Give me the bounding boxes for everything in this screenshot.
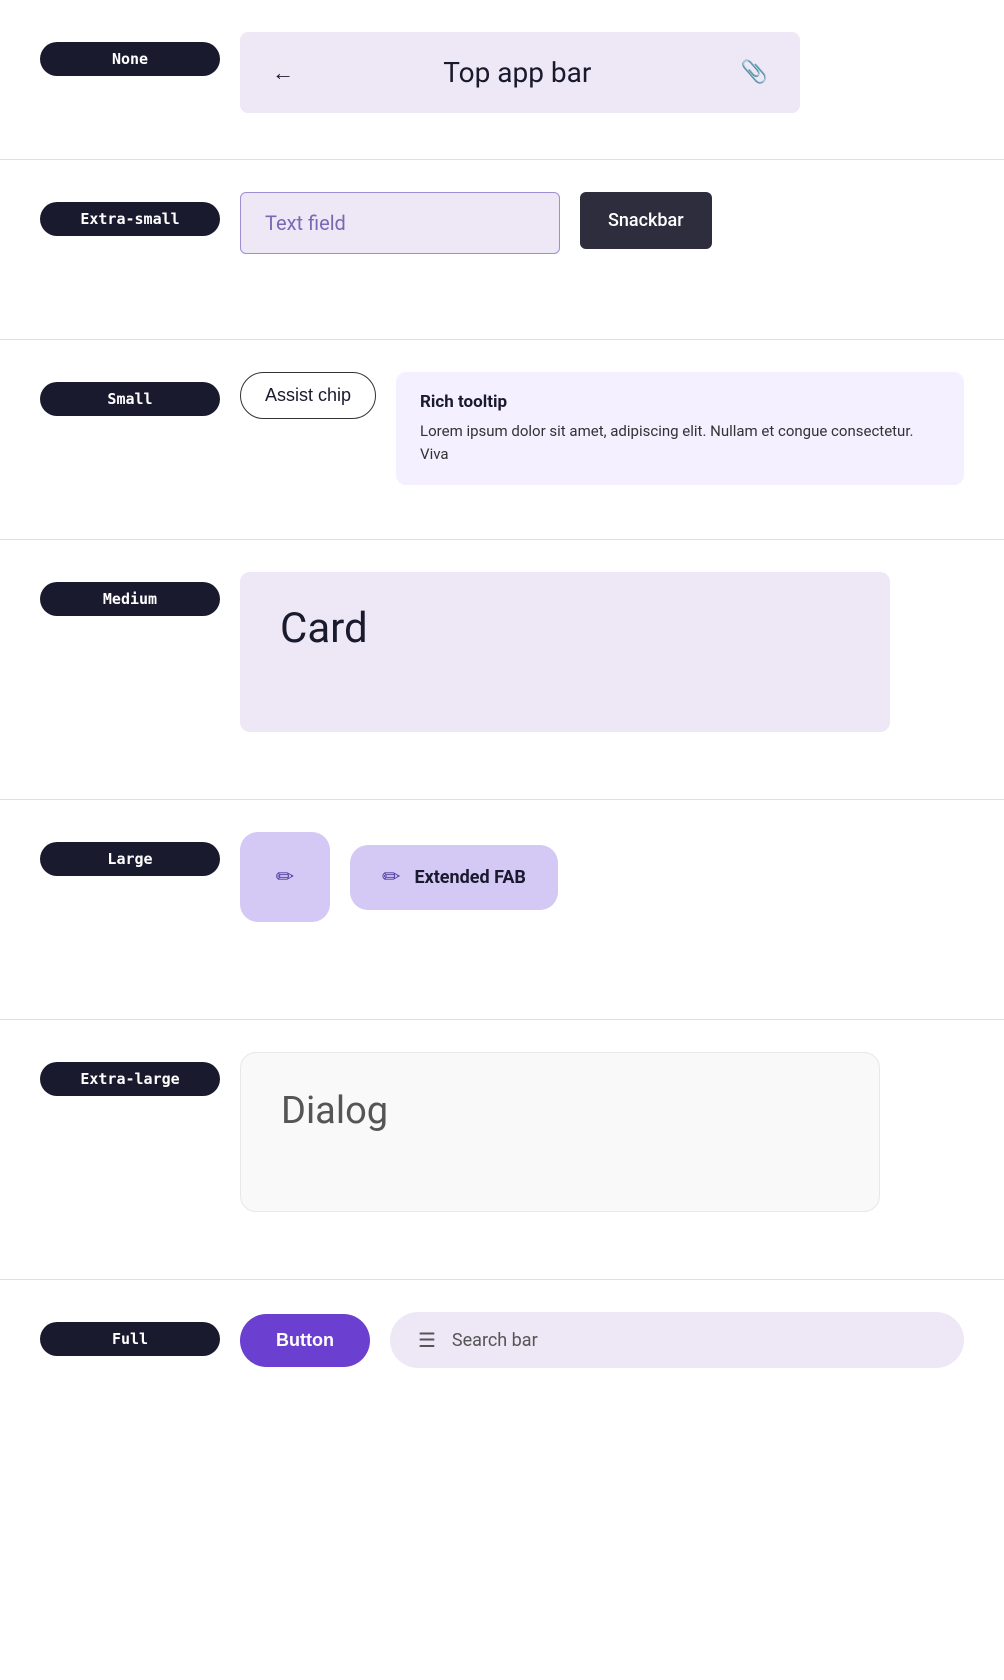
top-app-bar: ← Top app bar 📎 xyxy=(240,32,800,113)
section-extralarge: Extra-large Dialog xyxy=(0,1020,1004,1280)
primary-button[interactable]: Button xyxy=(240,1314,370,1367)
attach-icon: 📎 xyxy=(741,60,768,85)
top-app-bar-title: Top app bar xyxy=(443,56,591,89)
fab-extended-icon: ✏ xyxy=(382,865,400,890)
assist-chip[interactable]: Assist chip xyxy=(240,372,376,419)
badge-extralarge: Extra-large xyxy=(40,1062,220,1096)
snackbar: Snackbar xyxy=(580,192,712,249)
text-field-placeholder: Text field xyxy=(265,211,346,235)
section-small: Small Assist chip Rich tooltip Lorem ips… xyxy=(0,340,1004,540)
section-none: None ← Top app bar 📎 xyxy=(0,0,1004,160)
pencil-icon: ✏ xyxy=(276,865,294,890)
search-bar[interactable]: ☰ Search bar xyxy=(390,1312,964,1368)
rich-tooltip-title: Rich tooltip xyxy=(420,392,940,412)
badge-large: Large xyxy=(40,842,220,876)
text-field[interactable]: Text field xyxy=(240,192,560,254)
fab-extended-label: Extended FAB xyxy=(414,867,525,888)
badge-full: Full xyxy=(40,1322,220,1356)
rich-tooltip: Rich tooltip Lorem ipsum dolor sit amet,… xyxy=(396,372,964,485)
section-full: Full Button ☰ Search bar xyxy=(0,1280,1004,1460)
hamburger-icon: ☰ xyxy=(418,1328,436,1352)
dialog-title: Dialog xyxy=(281,1089,839,1133)
section-large: Large ✏ ✏ Extended FAB xyxy=(0,800,1004,1020)
section-full-content: Button ☰ Search bar xyxy=(240,1312,964,1368)
fab-extended[interactable]: ✏ Extended FAB xyxy=(350,845,558,910)
search-bar-label: Search bar xyxy=(452,1330,538,1351)
badge-small: Small xyxy=(40,382,220,416)
section-none-content: ← Top app bar 📎 xyxy=(240,32,964,113)
section-extralarge-content: Dialog xyxy=(240,1052,964,1212)
section-extrasmall-content: Text field Snackbar xyxy=(240,192,964,254)
section-medium-content: Card xyxy=(240,572,964,732)
card: Card xyxy=(240,572,890,732)
rich-tooltip-text: Lorem ipsum dolor sit amet, adipiscing e… xyxy=(420,420,940,465)
section-large-content: ✏ ✏ Extended FAB xyxy=(240,832,964,922)
card-title: Card xyxy=(280,604,850,653)
dialog: Dialog xyxy=(240,1052,880,1212)
badge-none: None xyxy=(40,42,220,76)
fab-icon-only[interactable]: ✏ xyxy=(240,832,330,922)
section-small-content: Assist chip Rich tooltip Lorem ipsum dol… xyxy=(240,372,964,485)
back-icon[interactable]: ← xyxy=(272,60,294,86)
section-extrasmall: Extra-small Text field Snackbar xyxy=(0,160,1004,340)
badge-extrasmall: Extra-small xyxy=(40,202,220,236)
section-medium: Medium Card xyxy=(0,540,1004,800)
badge-medium: Medium xyxy=(40,582,220,616)
